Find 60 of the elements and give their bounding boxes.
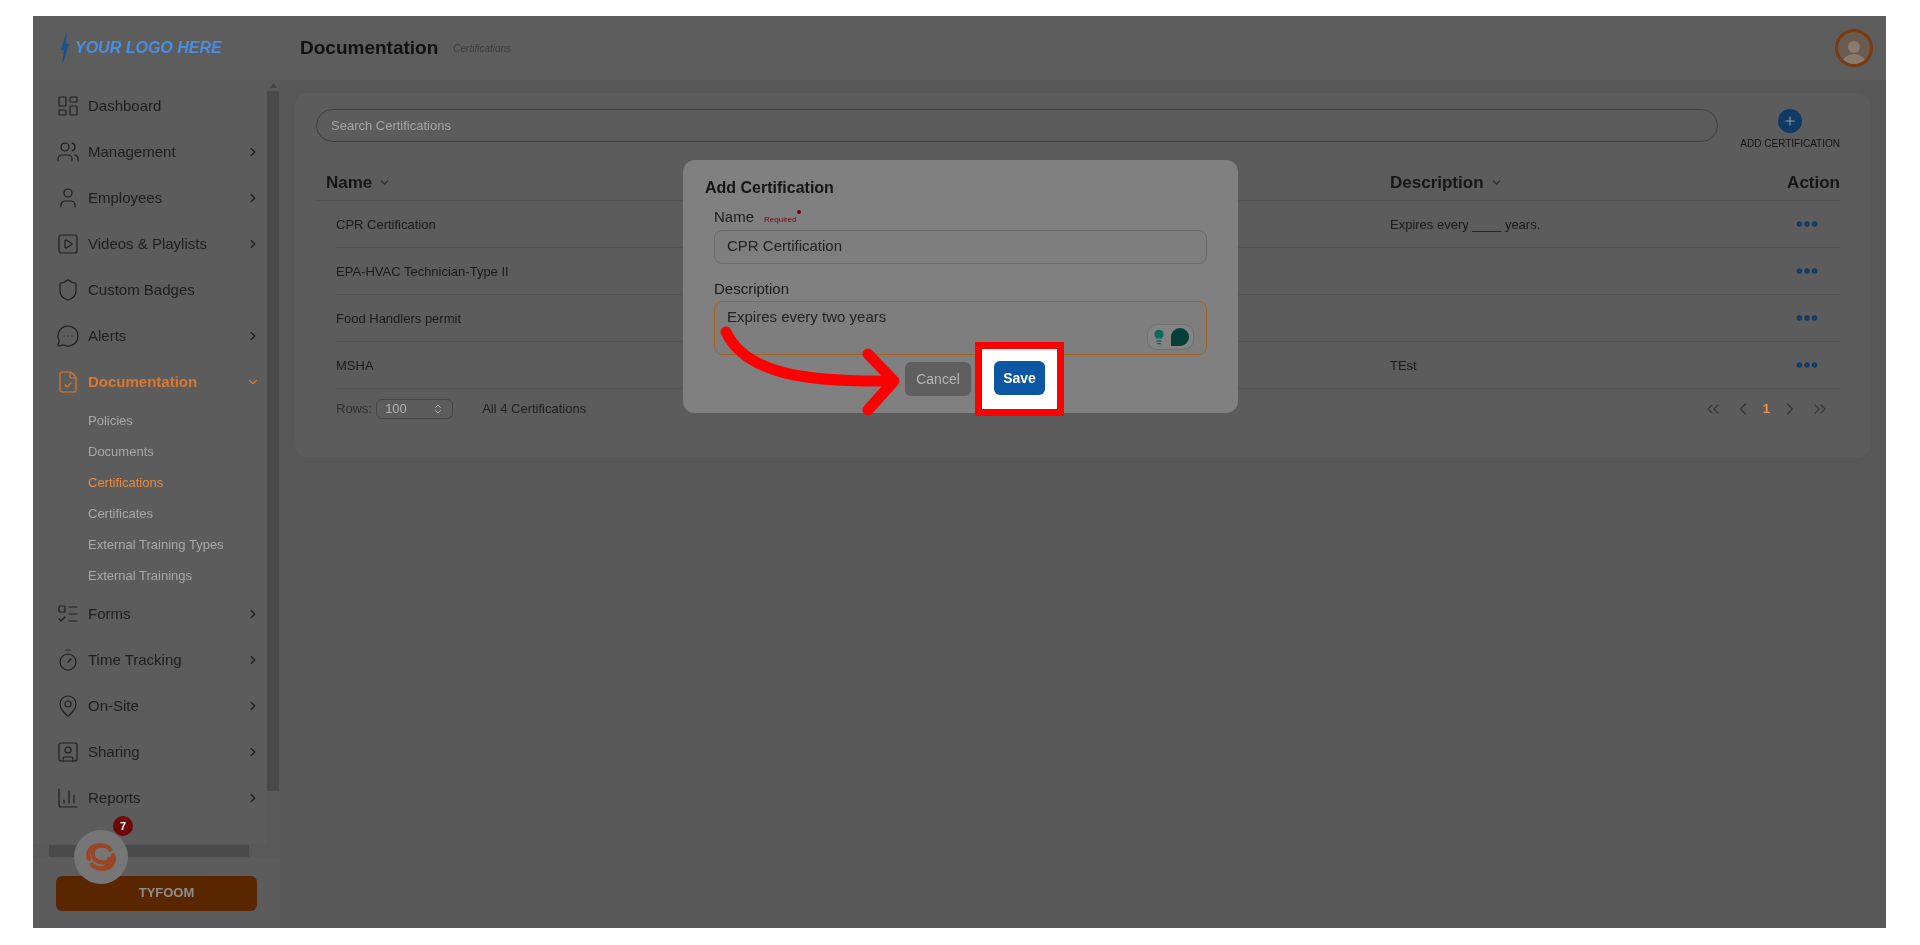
submenu-item[interactable]: External Trainings (33, 560, 266, 591)
table-cell: CPR Certification (336, 217, 436, 232)
submenu-item[interactable]: Documents (33, 436, 266, 467)
description-textarea[interactable]: Expires every two years (714, 301, 1207, 355)
shield-icon (56, 278, 80, 302)
table-cell: MSHA (336, 358, 374, 373)
submenu-item[interactable]: Policies (33, 405, 266, 436)
dashboard-icon (56, 94, 80, 118)
submenu-item[interactable]: Certifications (33, 467, 266, 498)
submenu-item[interactable]: External Training Types (33, 529, 266, 560)
table-cell: Food Handlers permit (336, 311, 461, 326)
map-pin-icon (56, 694, 80, 718)
sidebar-item[interactable]: Dashboard (33, 83, 266, 129)
notification-badge: 7 (113, 816, 133, 836)
document-icon (56, 370, 80, 394)
column-header[interactable]: Name (326, 169, 392, 196)
avatar[interactable] (1835, 29, 1873, 67)
chat-widget[interactable] (74, 830, 128, 884)
table-cell: Expires every ____ years. (1390, 217, 1541, 232)
name-input[interactable]: CPR Certification (714, 229, 1207, 264)
required-marker: Required (764, 214, 797, 226)
save-button[interactable]: Save (994, 361, 1045, 395)
sidebar-item[interactable]: Management (33, 129, 266, 175)
play-icon (56, 232, 80, 256)
table-cell: TEst (1390, 358, 1417, 373)
plus-icon (1783, 114, 1798, 128)
user-square-icon (56, 740, 80, 764)
assistant-pill[interactable] (1147, 324, 1194, 350)
sidebar-item[interactable]: Custom Badges (33, 267, 266, 313)
dialog-title: Add Certification (705, 178, 835, 198)
rows-select[interactable]: 100 (376, 399, 454, 419)
sidebar-item[interactable]: Documentation (33, 359, 266, 405)
bar-chart-icon (56, 786, 80, 810)
table-cell: EPA-HVAC Technician-Type II (336, 264, 509, 279)
logo-mark-icon (59, 30, 71, 66)
sidebar-item[interactable]: Employees (33, 175, 266, 221)
person-silhouette-icon (1841, 38, 1867, 64)
sidebar-item[interactable]: Sharing (33, 729, 266, 775)
column-header[interactable]: Action (1787, 169, 1840, 196)
logo-text: YOUR LOGO HERE (75, 38, 222, 58)
sidebar-item[interactable]: Videos & Playlists (33, 221, 266, 267)
timer-icon (56, 648, 80, 672)
sidebar-item[interactable]: Forms (33, 591, 266, 637)
sidebar-item[interactable]: On-Site (33, 683, 266, 729)
chat-icon (1170, 327, 1190, 347)
submenu-item[interactable]: Certificates (33, 498, 266, 529)
chat-bubble-icon (56, 324, 80, 348)
field-label: Description (714, 278, 790, 299)
sidebar-item[interactable]: Alerts (33, 313, 266, 359)
cancel-button[interactable]: Cancel (905, 362, 971, 396)
column-header[interactable]: Description (1390, 169, 1503, 196)
tyfoom-button[interactable]: TYFOOM (56, 875, 257, 911)
lightbulb-icon (1151, 329, 1167, 345)
users-icon (56, 140, 80, 164)
sidebar-item[interactable]: Time Tracking (33, 637, 266, 683)
page-number[interactable]: 1 (1762, 399, 1770, 419)
page-title: Documentation (300, 35, 439, 60)
total-count: All 4 Certifications (482, 400, 587, 419)
field-label: Name (714, 207, 754, 227)
add-certification-button[interactable]: ADD CERTIFICATION (1740, 109, 1840, 151)
